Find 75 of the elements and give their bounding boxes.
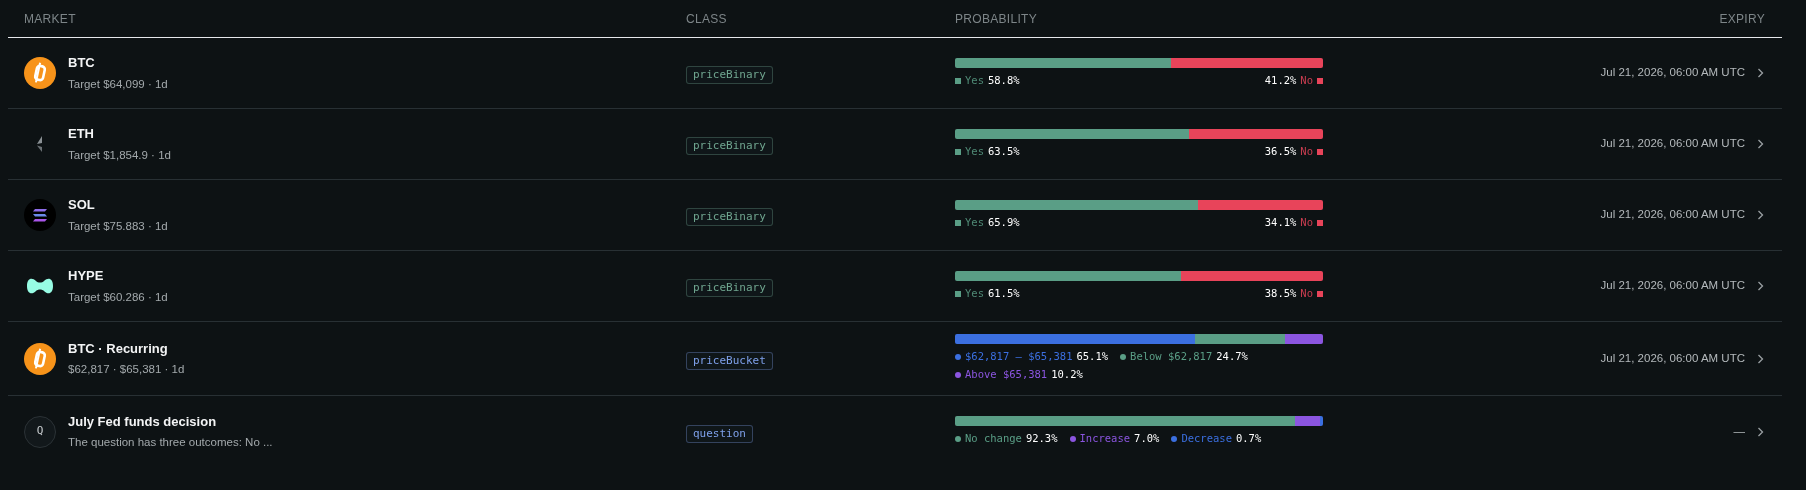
legend-square [1317, 77, 1323, 84]
legend-label: $62,817 – $65,381 [965, 349, 1073, 365]
expiry-date: Jul 21, 2026, 06:00 AM UTC [1600, 136, 1745, 152]
legend-value: 92.3% [1025, 431, 1058, 447]
expiry-date: Jul 21, 2026, 06:00 AM UTC [1600, 350, 1745, 366]
legend-value: 0.7% [1235, 431, 1262, 447]
legend-value: 41.2% [1264, 72, 1297, 88]
legend-label: Above $65,381 [965, 367, 1048, 382]
legend-square [1317, 290, 1323, 297]
legend-value: 63.5% [987, 143, 1020, 159]
class-tag: priceBinary [686, 208, 773, 226]
market-name: BTC [68, 54, 96, 73]
legend-value: 10.2% [1051, 367, 1083, 382]
column-header: EXPIRY [1718, 10, 1766, 28]
legend-label: Decrease [1181, 431, 1232, 447]
letter-avatar: Q [24, 415, 56, 448]
legend-square [955, 148, 961, 155]
legend-label: Yes [965, 214, 984, 230]
column-header: PROBABILITY [955, 10, 1038, 28]
stripes-icon [24, 199, 56, 231]
legend-label: No [1300, 285, 1313, 301]
legend-value: 24.7% [1216, 349, 1248, 365]
class-tag: priceBucket [686, 351, 773, 370]
legend-value: 7.0% [1134, 431, 1160, 447]
market-name: ETH [68, 125, 95, 144]
chevron-right-icon[interactable] [1757, 210, 1764, 220]
legend-square [955, 219, 961, 226]
legend-value: 61.5% [987, 285, 1020, 301]
legend-square [955, 77, 961, 84]
legend-label: Yes [965, 72, 984, 88]
legend-label: No [1300, 214, 1313, 230]
legend-square [955, 290, 961, 297]
market-name: SOL [68, 196, 96, 215]
legend-label: No change [965, 431, 1022, 447]
diamond-icon [37, 136, 43, 152]
legend-label: Increase [1079, 431, 1131, 447]
chevron-right-icon[interactable] [1757, 68, 1764, 78]
class-tag: question [686, 424, 753, 443]
legend-value: 36.5% [1264, 143, 1297, 159]
market-subtitle: Target $60.286 · 1d [68, 289, 168, 305]
column-header: MARKET [23, 10, 77, 28]
legend-value: 38.5% [1264, 285, 1297, 301]
market-subtitle: Target $75.883 · 1d [68, 218, 168, 234]
chevron-right-icon[interactable] [1757, 426, 1764, 437]
market-name: BTC · Recurring [68, 339, 169, 358]
class-tag: priceBinary [686, 137, 773, 155]
market-subtitle: The question has three outcomes: No ... [68, 435, 273, 451]
chevron-right-icon[interactable] [1757, 139, 1764, 149]
class-tag: priceBinary [686, 66, 773, 84]
market-subtitle: $62,817 · $65,381 · 1d [68, 362, 185, 378]
chevron-right-icon[interactable] [1757, 353, 1764, 364]
legend-value: 58.8% [987, 72, 1020, 88]
expiry-date: Jul 21, 2026, 06:00 AM UTC [1600, 278, 1745, 294]
market-subtitle: Target $64,099 · 1d [68, 76, 168, 92]
chevron-right-icon[interactable] [1757, 281, 1764, 291]
legend-value: 65.9% [987, 214, 1020, 230]
legend-label: Yes [965, 143, 984, 159]
legend-value: 65.1% [1076, 349, 1109, 365]
legend-square [1317, 148, 1323, 155]
market-name: July Fed funds decision [68, 412, 218, 431]
legend-label: No [1300, 143, 1313, 159]
expiry-date: — [1733, 423, 1745, 439]
expiry-date: Jul 21, 2026, 06:00 AM UTC [1600, 65, 1745, 81]
legend-label: Yes [965, 285, 984, 301]
expiry-date: Jul 21, 2026, 06:00 AM UTC [1600, 207, 1745, 223]
legend-label: Below $62,817 [1130, 349, 1213, 365]
market-name: HYPE [68, 267, 105, 286]
column-header: CLASS [686, 10, 728, 28]
legend-value: 34.1% [1264, 214, 1297, 230]
class-tag: priceBinary [686, 279, 773, 297]
legend-label: No [1300, 72, 1313, 88]
market-subtitle: Target $1,854.9 · 1d [68, 147, 171, 163]
legend-square [1317, 219, 1323, 226]
coin-icon [24, 342, 56, 375]
coin-icon [24, 57, 56, 89]
